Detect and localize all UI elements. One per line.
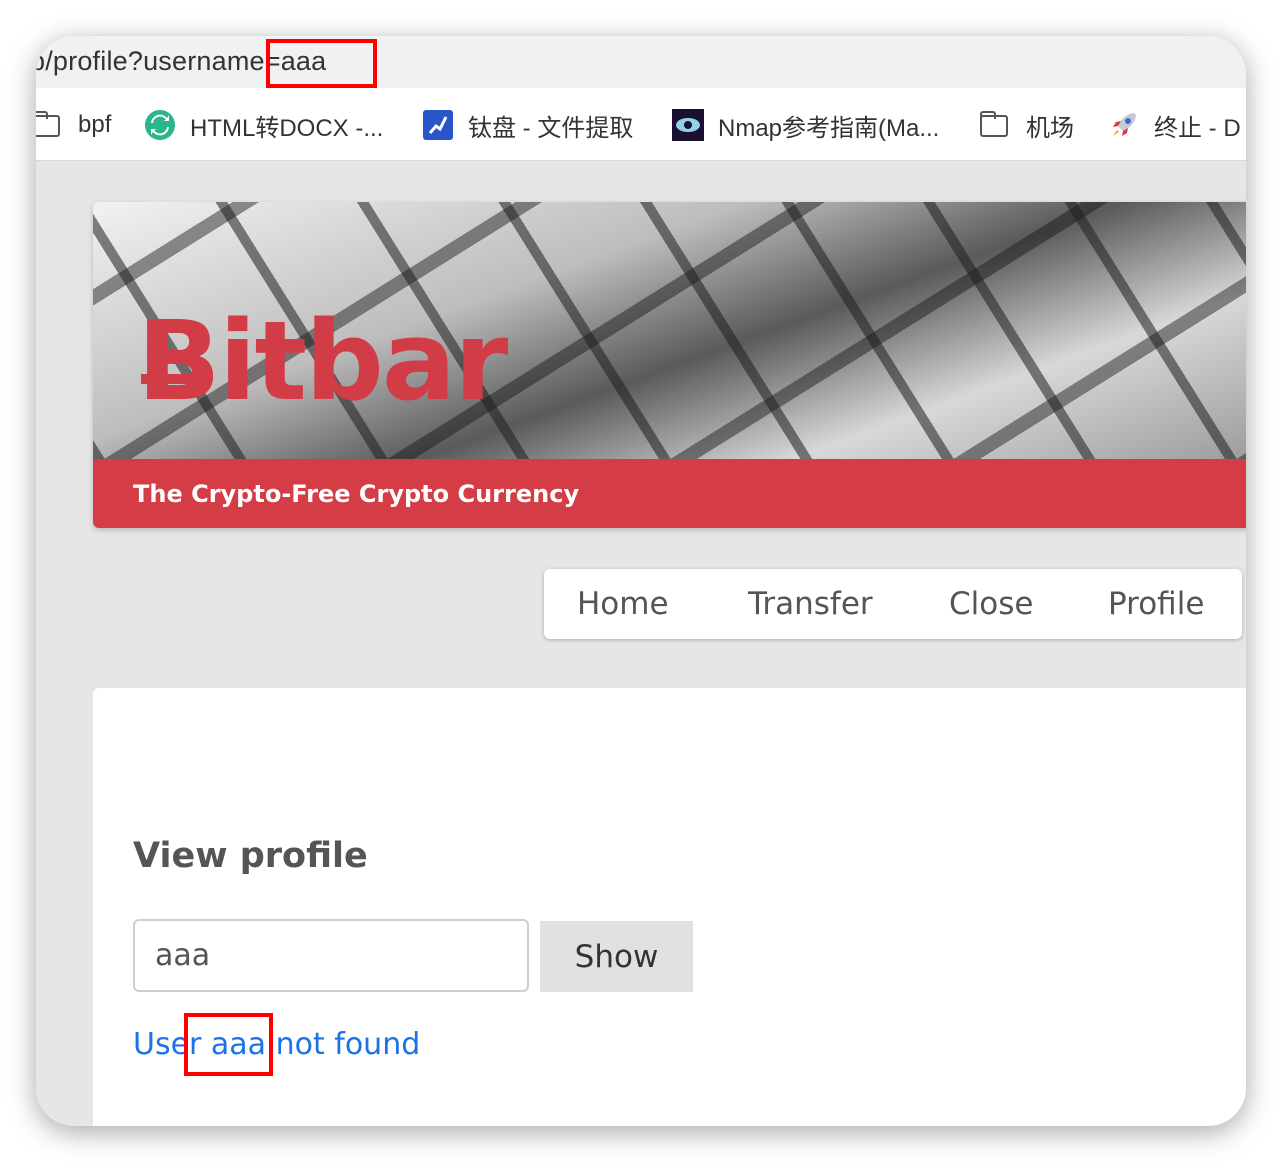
bookmark-label: HTML转DOCX -...	[190, 114, 384, 142]
address-bar[interactable]: p/profile?username=aaa	[36, 36, 1246, 88]
username-highlight	[184, 1013, 273, 1076]
folder-icon	[36, 109, 64, 141]
bookmark-bpf[interactable]: bpf	[36, 108, 111, 142]
site-banner: Bitbar The Crypto-Free Crypto Currency	[93, 202, 1246, 528]
bookmark-label: bpf	[78, 111, 112, 138]
nav-home[interactable]: Home	[577, 586, 669, 622]
bookmark-nmap[interactable]: Nmap参考指南(Ma...	[672, 108, 939, 142]
show-button[interactable]: Show	[540, 921, 693, 992]
main-nav: Home Transfer Close Profile	[544, 569, 1242, 639]
result-message: User aaa not found	[133, 1027, 421, 1062]
chain-link-icon	[422, 109, 454, 141]
bookmark-titan-pan[interactable]: 钛盘 - 文件提取	[422, 108, 633, 142]
nav-profile[interactable]: Profile	[1108, 586, 1204, 622]
site-logo: Bitbar	[137, 297, 508, 425]
bookmark-label: 钛盘 - 文件提取	[468, 114, 634, 142]
bookmark-label: Nmap参考指南(Ma...	[718, 114, 940, 142]
bookmark-label: 终止 - D	[1154, 114, 1241, 142]
tagline: The Crypto-Free Crypto Currency	[133, 480, 580, 508]
bookmark-airport[interactable]: 机场	[980, 108, 1074, 142]
username-input[interactable]	[133, 919, 529, 992]
eye-icon	[672, 109, 704, 141]
nav-transfer[interactable]: Transfer	[748, 586, 873, 622]
page-content: Bitbar The Crypto-Free Crypto Currency H…	[36, 161, 1246, 1126]
url-param-highlight	[266, 39, 377, 88]
bookmarks-bar: bpf HTML转DOCX -... 钛盘 - 文件提取 Nmap参考指南(Ma…	[36, 88, 1246, 161]
bookmark-label: 机场	[1026, 114, 1074, 142]
refresh-circle-icon	[144, 109, 176, 141]
bookmark-terminate[interactable]: 终止 - D	[1108, 108, 1241, 142]
page-title: View profile	[133, 836, 368, 876]
rocket-icon	[1108, 109, 1140, 141]
folder-icon	[980, 109, 1012, 141]
logo-strike	[141, 374, 209, 384]
browser-window: p/profile?username=aaa bpf HTML转DOCX -..…	[36, 36, 1246, 1126]
tagline-bar: The Crypto-Free Crypto Currency	[93, 459, 1246, 528]
bookmark-html-docx[interactable]: HTML转DOCX -...	[144, 108, 383, 142]
nav-close[interactable]: Close	[949, 586, 1033, 622]
